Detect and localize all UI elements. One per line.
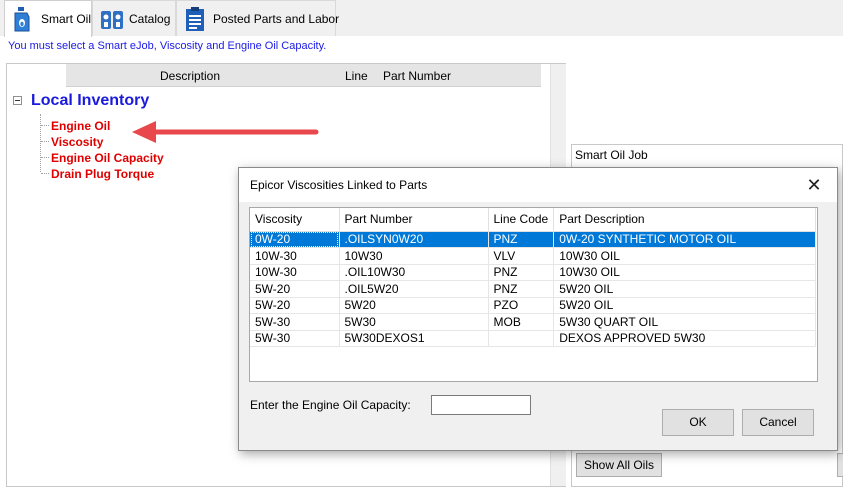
- instruction-text: You must select a Smart eJob, Viscosity …: [8, 40, 327, 52]
- cell-part-number: 5W30: [339, 313, 489, 331]
- tab-label: Posted Parts and Labor: [213, 11, 340, 26]
- tree-connector: [41, 141, 49, 142]
- cell-part-number: .OIL5W20: [339, 280, 489, 298]
- clipboard-icon: [183, 5, 207, 33]
- cell-part-description: DEXOS APPROVED 5W30: [553, 330, 817, 347]
- tree-item-engine-oil-capacity[interactable]: Engine Oil Capacity: [51, 151, 164, 165]
- table-row[interactable]: 5W-20 5W20 PZO 5W20 OIL: [250, 297, 817, 314]
- cell-viscosity: 0W-20: [250, 231, 340, 248]
- cancel-button[interactable]: Cancel: [742, 409, 814, 436]
- cell-part-number: 5W20: [339, 297, 489, 314]
- cell-line-code: PNZ: [488, 231, 555, 248]
- tree-root-local-inventory[interactable]: Local Inventory: [31, 92, 149, 110]
- table-row[interactable]: 10W-30 .OIL10W30 PNZ 10W30 OIL: [250, 264, 817, 281]
- cell-line-code: VLV: [488, 247, 555, 265]
- cell-line-code: MOB: [488, 313, 555, 331]
- catalog-icon: [99, 5, 123, 33]
- column-line[interactable]: Line: [345, 69, 368, 83]
- ok-button[interactable]: OK: [662, 409, 734, 436]
- cell-viscosity: 5W-30: [250, 330, 340, 347]
- dialog-title: Epicor Viscosities Linked to Parts: [250, 178, 428, 192]
- cell-viscosity: 5W-20: [250, 297, 340, 314]
- column-line-code[interactable]: Line Code: [488, 208, 555, 232]
- tab-strip: Smart Oil Catalog Posted Parts and Labor: [0, 0, 843, 37]
- column-part-description[interactable]: Part Description: [553, 208, 817, 232]
- cell-viscosity: 5W-20: [250, 280, 340, 298]
- cell-line-code: PZO: [488, 297, 555, 314]
- cell-part-number: 10W30: [339, 247, 489, 265]
- cell-part-number: 5W30DEXOS1: [339, 330, 489, 347]
- table-row[interactable]: 0W-20 .OILSYN0W20 PNZ 0W-20 SYNTHETIC MO…: [250, 231, 817, 248]
- cell-part-description: 0W-20 SYNTHETIC MOTOR OIL: [553, 231, 817, 248]
- oil-bottle-icon: [11, 5, 35, 33]
- tree-connector: [41, 157, 49, 158]
- tree-connector: [41, 125, 49, 126]
- table-row[interactable]: 5W-20 .OIL5W20 PNZ 5W20 OIL: [250, 280, 817, 298]
- viscosity-grid[interactable]: Viscosity Part Number Line Code Part Des…: [249, 207, 818, 382]
- cell-viscosity: 10W-30: [250, 247, 340, 265]
- tree-connector: [40, 114, 41, 172]
- tab-posted-parts-labor[interactable]: Posted Parts and Labor: [176, 0, 340, 36]
- tree-column-header: Description Line Part Number: [66, 64, 541, 87]
- cell-part-number: .OIL10W30: [339, 264, 489, 281]
- tree-item-engine-oil[interactable]: Engine Oil: [51, 119, 110, 133]
- viscosity-dialog: Epicor Viscosities Linked to Parts ✕ Vis…: [238, 167, 838, 451]
- cell-viscosity: 5W-30: [250, 313, 340, 331]
- table-row[interactable]: 5W-30 5W30DEXOS1 DEXOS APPROVED 5W30: [250, 330, 817, 347]
- table-row[interactable]: 10W-30 10W30 VLV 10W30 OIL: [250, 247, 817, 265]
- tab-label: Catalog: [129, 11, 171, 26]
- cell-part-description: 5W20 OIL: [553, 280, 817, 298]
- column-part-number[interactable]: Part Number: [339, 208, 489, 232]
- tree-connector: [41, 173, 49, 174]
- cell-line-code: PNZ: [488, 280, 555, 298]
- cell-part-description: 10W30 OIL: [553, 264, 817, 281]
- cell-part-description: 5W20 OIL: [553, 297, 817, 314]
- tab-catalog[interactable]: Catalog: [92, 0, 176, 36]
- cell-viscosity: 10W-30: [250, 264, 340, 281]
- grid-header-row: Viscosity Part Number Line Code Part Des…: [250, 208, 817, 232]
- dialog-titlebar[interactable]: Epicor Viscosities Linked to Parts ✕: [239, 168, 837, 202]
- cell-line-code: [488, 330, 555, 347]
- engine-oil-capacity-label: Enter the Engine Oil Capacity:: [250, 398, 411, 412]
- collapse-icon[interactable]: [13, 96, 22, 105]
- viscosity-table: Viscosity Part Number Line Code Part Des…: [250, 208, 817, 347]
- cell-line-code: PNZ: [488, 264, 555, 281]
- cell-part-description: 10W30 OIL: [553, 247, 817, 265]
- partial-button[interactable]: [837, 453, 843, 477]
- close-icon[interactable]: ✕: [799, 174, 829, 196]
- tree-item-viscosity[interactable]: Viscosity: [51, 135, 103, 149]
- smart-oil-job-title: Smart Oil Job: [575, 148, 648, 162]
- cell-part-number: .OILSYN0W20: [339, 231, 489, 248]
- engine-oil-capacity-input[interactable]: [431, 395, 531, 415]
- tree-item-drain-plug-torque[interactable]: Drain Plug Torque: [51, 167, 154, 181]
- table-row[interactable]: 5W-30 5W30 MOB 5W30 QUART OIL: [250, 313, 817, 331]
- red-arrow-annotation: [132, 121, 319, 143]
- cell-part-description: 5W30 QUART OIL: [553, 313, 817, 331]
- column-viscosity[interactable]: Viscosity: [250, 208, 340, 232]
- column-part-number[interactable]: Part Number: [383, 69, 451, 83]
- column-description[interactable]: Description: [160, 69, 220, 83]
- show-all-oils-button[interactable]: Show All Oils: [576, 453, 662, 477]
- tab-smart-oil[interactable]: Smart Oil: [4, 0, 92, 37]
- tab-label: Smart Oil: [41, 12, 92, 26]
